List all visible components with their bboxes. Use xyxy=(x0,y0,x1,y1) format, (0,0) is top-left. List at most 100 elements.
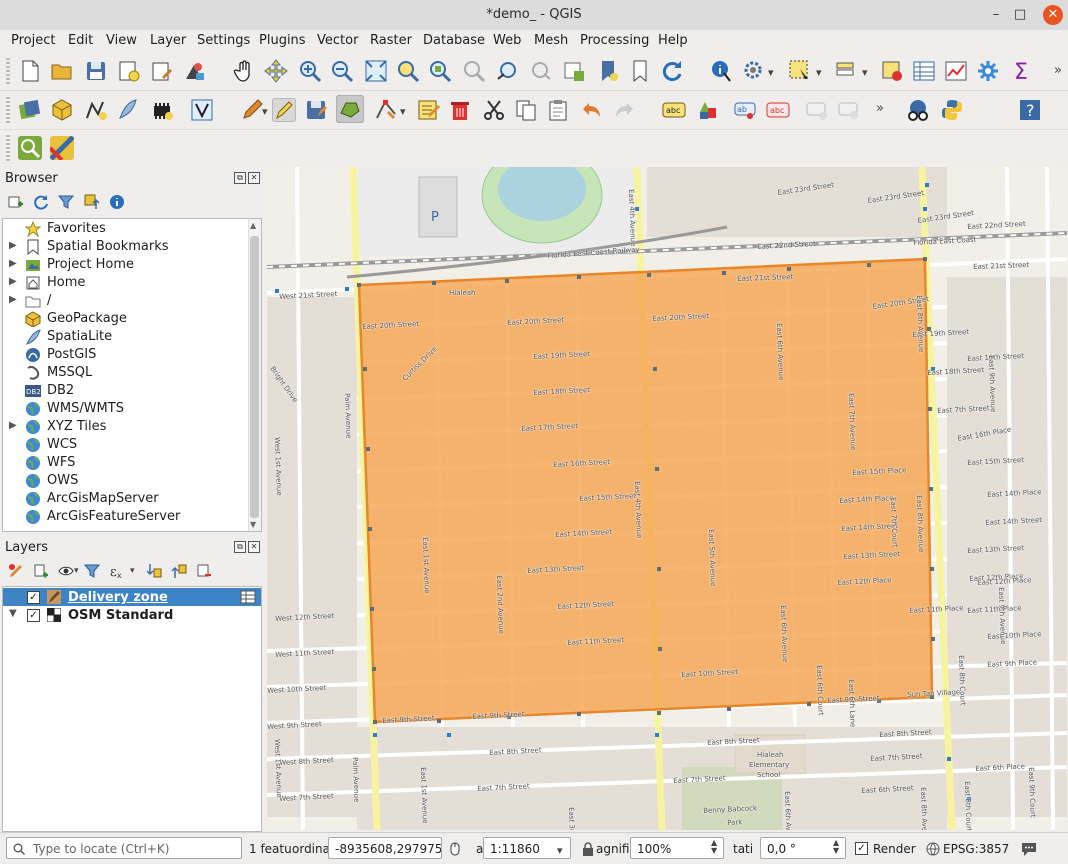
map-render[interactable]: P xyxy=(267,167,1067,830)
magnifier-spinbox[interactable]: 100% xyxy=(630,837,724,859)
zoom-native-resolution-icon[interactable] xyxy=(462,59,486,83)
browser-item[interactable]: GeoPackage xyxy=(3,310,243,328)
pan-map-icon[interactable] xyxy=(232,59,256,83)
new-map-view-icon[interactable] xyxy=(562,59,586,83)
save-layer-edits-icon[interactable] xyxy=(304,98,328,122)
processing-toolbox-icon[interactable] xyxy=(976,59,1000,83)
browser-item[interactable]: WMS/WMTS xyxy=(3,400,243,418)
show-bookmarks-icon[interactable] xyxy=(628,59,652,83)
browser-item[interactable]: ArcGisMapServer xyxy=(3,490,243,508)
menu-web[interactable]: Web xyxy=(493,33,521,48)
cut-features-icon[interactable] xyxy=(482,98,506,122)
deselect-features-icon[interactable] xyxy=(880,59,904,83)
paste-features-icon[interactable] xyxy=(546,98,570,122)
map-themes-dropdown-icon[interactable]: ▾ xyxy=(74,566,79,576)
menu-view[interactable]: View xyxy=(106,33,137,48)
float-panel-icon[interactable]: ⧉ xyxy=(234,172,246,184)
scale-dropdown-icon[interactable]: ▾ xyxy=(557,844,563,857)
style-manager-icon[interactable] xyxy=(182,59,206,83)
collapse-all-icon[interactable] xyxy=(84,194,100,210)
menu-project[interactable]: Project xyxy=(11,33,55,48)
browser-item[interactable]: ▶ Project Home xyxy=(3,256,243,274)
browser-item[interactable]: MSSQL xyxy=(3,364,243,382)
toolbar-overflow-icon[interactable]: » xyxy=(876,101,884,116)
close-panel-icon[interactable]: ✕ xyxy=(248,541,260,553)
new-project-icon[interactable] xyxy=(18,59,42,83)
python-console-icon[interactable] xyxy=(940,98,964,122)
open-layer-styling-icon[interactable] xyxy=(8,563,24,579)
toolbar-overflow-icon[interactable]: » xyxy=(1054,63,1062,78)
manage-map-themes-icon[interactable] xyxy=(58,563,74,579)
data-source-manager-icon[interactable] xyxy=(18,98,42,122)
rotation-spin-arrows[interactable]: ▲ ▼ xyxy=(833,839,839,855)
new-virtual-layer-icon[interactable] xyxy=(190,98,214,122)
layer-item-delivery-zone[interactable]: ✓ Delivery zone xyxy=(3,588,261,606)
modify-attributes-icon[interactable] xyxy=(416,98,440,122)
remove-layer-icon[interactable] xyxy=(196,563,212,579)
browser-item[interactable]: ▶ Home xyxy=(3,274,243,292)
layout-manager-icon[interactable] xyxy=(150,59,174,83)
crs-label[interactable]: EPSG:3857 xyxy=(943,842,1009,856)
crs-globe-icon[interactable] xyxy=(926,842,940,856)
expand-arrow-icon[interactable]: ▶ xyxy=(9,276,17,287)
new-temporary-layer-icon[interactable] xyxy=(150,98,174,122)
select-features-icon[interactable] xyxy=(788,59,812,83)
close-panel-icon[interactable]: ✕ xyxy=(248,172,260,184)
menu-plugins[interactable]: Plugins xyxy=(259,33,306,48)
vertex-tool-dropdown-icon[interactable]: ▾ xyxy=(400,105,406,118)
layer-labeling-icon[interactable]: abc xyxy=(662,98,686,122)
menu-settings[interactable]: Settings xyxy=(197,33,250,48)
menu-edit[interactable]: Edit xyxy=(68,33,93,48)
attribute-table-icon[interactable] xyxy=(912,59,936,83)
browser-scrollbar[interactable]: ▲ ▼ xyxy=(248,219,261,531)
delete-selected-icon[interactable] xyxy=(448,98,472,122)
browser-tree[interactable]: Favorites ▶ Spatial Bookmarks ▶ Project Home… xyxy=(2,218,262,532)
toggle-editing-icon[interactable] xyxy=(272,98,296,122)
close-button[interactable]: ✕ xyxy=(1043,5,1063,25)
browser-item[interactable]: ▶ / xyxy=(3,292,243,310)
statistical-summary-icon[interactable] xyxy=(944,59,968,83)
new-print-layout-icon[interactable] xyxy=(116,59,140,83)
pan-to-selection-icon[interactable] xyxy=(264,59,288,83)
new-spatialite-layer-icon[interactable] xyxy=(116,98,140,122)
refresh-icon[interactable] xyxy=(660,59,684,83)
menu-layer[interactable]: Layer xyxy=(150,33,186,48)
expression-dropdown-icon[interactable]: ▾ xyxy=(130,566,135,576)
new-shapefile-layer-icon[interactable] xyxy=(84,98,108,122)
select-value-dropdown-icon[interactable]: ▾ xyxy=(862,66,868,79)
undo-icon[interactable] xyxy=(580,98,604,122)
menu-processing[interactable]: Processing xyxy=(580,33,649,48)
menu-help[interactable]: Help xyxy=(658,33,688,48)
new-geopackage-layer-icon[interactable] xyxy=(50,98,74,122)
menu-raster[interactable]: Raster xyxy=(370,33,412,48)
float-panel-icon[interactable]: ⧉ xyxy=(234,541,246,553)
expand-all-icon[interactable] xyxy=(146,563,162,579)
browser-item[interactable]: ▶ Spatial Bookmarks xyxy=(3,238,243,256)
open-project-icon[interactable] xyxy=(50,59,74,83)
zoom-next-icon[interactable] xyxy=(528,59,552,83)
coordinate-field[interactable]: -8935608,2979757 xyxy=(328,837,442,859)
metasearch-icon[interactable] xyxy=(906,98,930,122)
collapse-all-icon[interactable] xyxy=(171,563,187,579)
plugin-tool-icon[interactable] xyxy=(50,136,74,160)
add-group-icon[interactable] xyxy=(33,563,49,579)
help-contents-icon[interactable]: ? xyxy=(1018,98,1042,122)
zoom-last-icon[interactable] xyxy=(496,59,520,83)
zoom-in-icon[interactable] xyxy=(298,59,322,83)
current-edits-dropdown-icon[interactable]: ▾ xyxy=(262,105,268,118)
field-calculator-icon[interactable]: Σ xyxy=(1010,59,1034,83)
delivery-zone-polygon[interactable] xyxy=(357,257,934,724)
browser-item[interactable]: ▶ XYZ Tiles xyxy=(3,418,243,436)
copy-features-icon[interactable] xyxy=(514,98,538,122)
toolbar-grip[interactable] xyxy=(6,58,10,84)
menu-mesh[interactable]: Mesh xyxy=(534,33,568,48)
render-checkbox[interactable]: ✓ xyxy=(855,842,868,855)
layer-visibility-checkbox[interactable]: ✓ xyxy=(27,609,40,622)
refresh-icon[interactable] xyxy=(33,194,49,210)
zoom-full-icon[interactable] xyxy=(364,59,388,83)
scroll-thumb[interactable] xyxy=(250,236,259,518)
pin-unpin-labels-icon[interactable]: abc xyxy=(766,98,790,122)
toolbar-grip[interactable] xyxy=(6,135,10,161)
layer-diagram-icon[interactable] xyxy=(696,98,720,122)
browser-item[interactable]: OWS xyxy=(3,472,243,490)
